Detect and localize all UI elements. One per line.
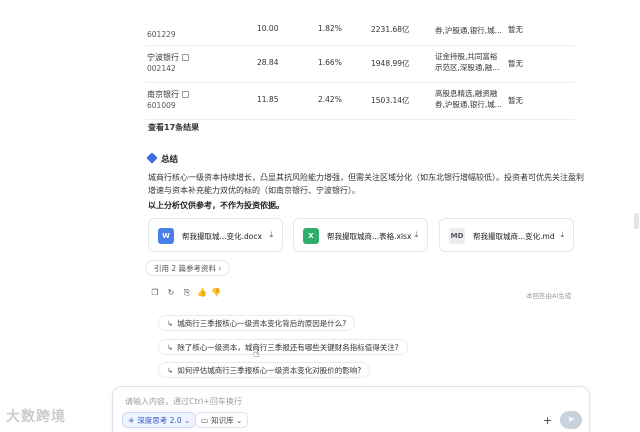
stock-change: 1.66% bbox=[318, 58, 342, 67]
stock-price: 11.85 bbox=[257, 95, 279, 104]
arrow-return-icon: ↳ bbox=[167, 343, 174, 352]
external-link-icon[interactable] bbox=[182, 54, 189, 61]
file-card-md[interactable]: MD 帮我撮取城商...变化.md ⤓ bbox=[439, 218, 574, 252]
watermark-logo: 大数跨境 bbox=[6, 409, 66, 425]
file-card-docx[interactable]: W 帮我撮取城...变化.docx ⤓ bbox=[148, 218, 283, 252]
stock-name[interactable]: 宁波银行 bbox=[147, 53, 179, 62]
download-icon[interactable]: ⤓ bbox=[560, 230, 564, 240]
add-attachment-icon[interactable]: + bbox=[543, 414, 552, 427]
file-card-xlsx[interactable]: X 帮我撮取城商...表格.xlsx ⤓ bbox=[293, 218, 428, 252]
thumbs-down-icon[interactable]: 👎 bbox=[211, 288, 221, 298]
stock-code: 601009 bbox=[147, 101, 176, 110]
arrow-return-icon: ↳ bbox=[167, 319, 174, 328]
view-more-results-link[interactable]: 查看17条结果 bbox=[148, 122, 199, 133]
stock-tags: 高股息精选,融资融券,沪股通,银行,城... bbox=[435, 89, 502, 109]
file-name: 帮我撮取城商...变化.md bbox=[473, 232, 555, 241]
rating-status: 暂无 bbox=[508, 96, 523, 105]
send-icon: ➤ bbox=[567, 415, 575, 425]
stock-change: 1.82% bbox=[318, 24, 342, 33]
download-icon[interactable]: ⤓ bbox=[414, 230, 418, 240]
rating-status: 暂无 bbox=[508, 25, 523, 34]
copy-icon[interactable]: ❐ bbox=[150, 288, 160, 298]
ai-generated-note: 本回答由AI生成 bbox=[526, 292, 572, 300]
stock-change: 2.42% bbox=[318, 95, 342, 104]
summary-paragraph: 城商行核心一级资本持续增长，凸显其抗风险能力增强，但需关注区域分化（如东北银行增… bbox=[148, 173, 584, 195]
scrollbar-thumb[interactable] bbox=[634, 213, 639, 229]
summary-title: 总结 bbox=[161, 155, 179, 165]
rating-status: 暂无 bbox=[508, 59, 523, 68]
market-cap: 2231.68亿 bbox=[371, 25, 410, 34]
folder-icon: ▭ bbox=[201, 416, 209, 425]
knowledge-base-button[interactable]: ▭ 知识库 ⌄ bbox=[195, 412, 249, 428]
share-icon[interactable]: ⎘ bbox=[182, 288, 192, 298]
suggestion-item[interactable]: ↳ 如何评估城商行三季报核心一级资本变化对股价的影响? bbox=[158, 362, 371, 378]
excel-sheet-icon: X bbox=[303, 228, 319, 244]
regenerate-icon[interactable]: ↻ bbox=[166, 288, 176, 298]
suggestion-item[interactable]: ↳ 除了核心一级资本，城商行三季报还有哪些关键财务指标值得关注? bbox=[158, 339, 408, 355]
stock-tags: 证金持股,共同富裕示范区,深股通,融... bbox=[435, 52, 500, 72]
stock-code: 601229 bbox=[147, 30, 176, 39]
file-name: 帮我撮取城商...表格.xlsx bbox=[327, 232, 412, 241]
arrow-return-icon: ↳ bbox=[167, 366, 174, 375]
stock-code: 002142 bbox=[147, 64, 176, 73]
stock-name[interactable]: 南京银行 bbox=[147, 90, 179, 99]
send-button[interactable]: ➤ bbox=[560, 411, 582, 429]
suggestion-item[interactable]: ↳ 城商行三季报核心一级资本变化背后的原因是什么? bbox=[158, 315, 356, 331]
mouse-cursor-icon: ☝ bbox=[253, 347, 260, 360]
external-link-icon[interactable] bbox=[182, 91, 189, 98]
deep-think-toggle[interactable]: ✳ 深度思考 2.0 ⌄ bbox=[122, 412, 197, 428]
references-button[interactable]: 引用 2 篇参考资料 › bbox=[145, 260, 231, 276]
download-icon[interactable]: ⤓ bbox=[269, 230, 273, 240]
file-name: 帮我撮取城...变化.docx bbox=[182, 232, 262, 241]
stock-price: 28.84 bbox=[257, 58, 279, 67]
stock-tags: 券,沪股通,银行,城... bbox=[435, 26, 502, 35]
word-doc-icon: W bbox=[158, 228, 174, 244]
stock-price: 10.00 bbox=[257, 24, 279, 33]
deep-think-icon: ✳ bbox=[128, 416, 135, 425]
summary-diamond-icon bbox=[146, 152, 158, 164]
table-row: 601229 10.00 1.82% 2231.68亿 券,沪股通,银行,城..… bbox=[145, 16, 575, 46]
thumbs-up-icon[interactable]: 👍 bbox=[197, 288, 207, 298]
disclaimer-text: 以上分析仅供参考，不作为投资依据。 bbox=[148, 201, 284, 210]
table-row: 宁波银行 002142 28.84 1.66% 1948.99亿 证金持股,共同… bbox=[145, 46, 575, 83]
table-row: 南京银行 601009 11.85 2.42% 1503.14亿 高股息精选,融… bbox=[145, 83, 575, 120]
chat-input-placeholder[interactable]: 请输入内容，通过Ctrl+回车换行 bbox=[125, 396, 242, 407]
market-cap: 1948.99亿 bbox=[371, 59, 410, 68]
markdown-file-icon: MD bbox=[449, 228, 465, 244]
market-cap: 1503.14亿 bbox=[371, 96, 410, 105]
